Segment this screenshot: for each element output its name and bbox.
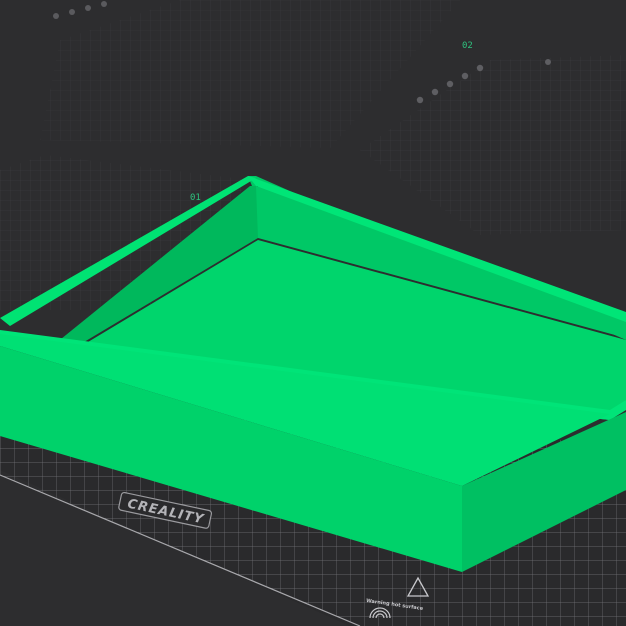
scene-canvas[interactable]: 02 01 CREALITY Warning hot surface <box>0 0 626 626</box>
plate-02-label: 02 <box>462 41 473 51</box>
3d-viewport[interactable]: 02 01 CREALITY Warning hot surface <box>0 0 626 626</box>
plate-01-label: 01 <box>190 193 201 203</box>
